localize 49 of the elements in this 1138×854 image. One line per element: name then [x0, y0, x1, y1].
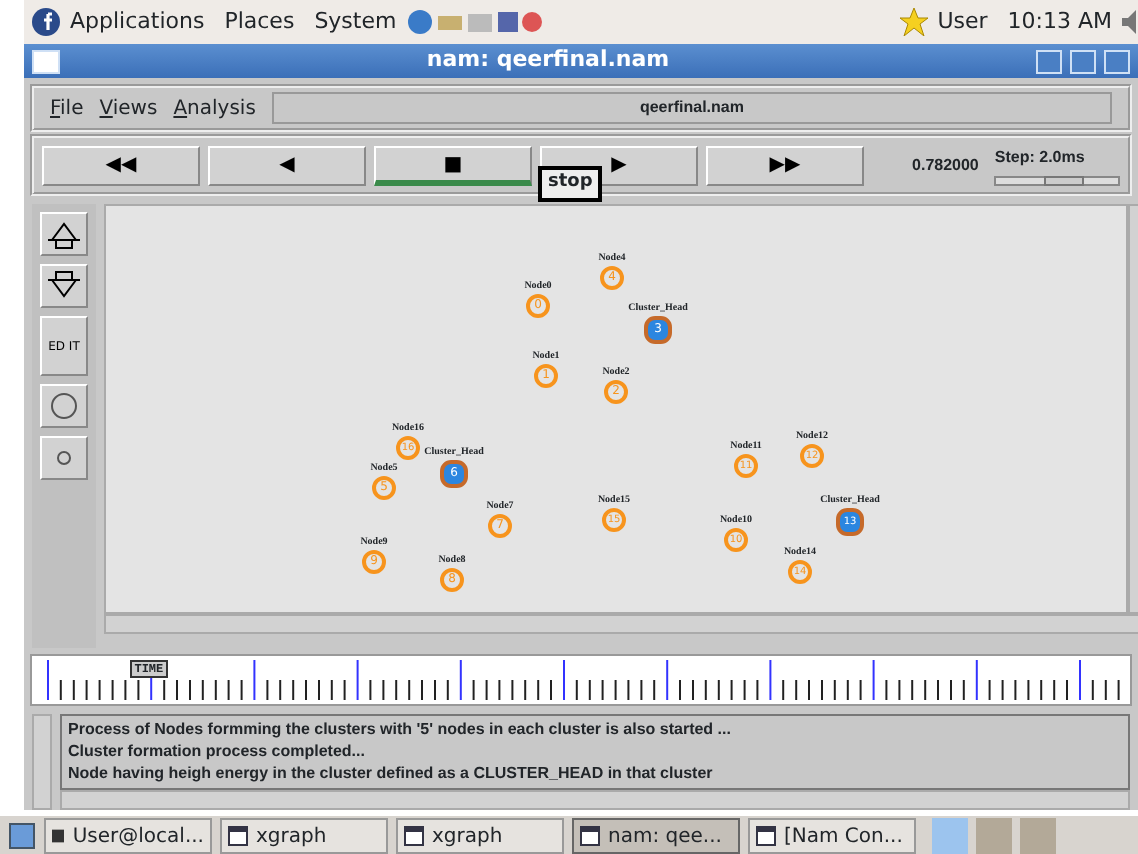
- log-line: Process of Nodes formming the clusters with '5' nodes in each cluster is also started ...: [68, 718, 733, 740]
- menu-item[interactable]: File: [50, 93, 84, 123]
- step-slider[interactable]: [994, 175, 1120, 185]
- star-icon[interactable]: [899, 8, 928, 36]
- minimize-icon[interactable]: [1036, 49, 1062, 73]
- taskbar-button[interactable]: nam: qee...: [572, 818, 740, 854]
- menu-item[interactable]: Views: [99, 93, 158, 123]
- window-icon: [404, 826, 424, 846]
- window-icon: [228, 826, 248, 846]
- file-name-field: qeerfinal.nam: [271, 92, 1112, 124]
- menu-item[interactable]: Analysis: [173, 93, 256, 123]
- playback-button[interactable]: ◀: [208, 145, 366, 185]
- workspace-switcher[interactable]: [976, 818, 1012, 854]
- log-line: Node having heigh energy in the cluster defined as a CLUSTER_HEAD in that cluster: [68, 762, 715, 784]
- log-line: Cluster formation process completed...: [68, 740, 367, 762]
- window-menu-icon[interactable]: [32, 49, 60, 73]
- clock[interactable]: 10:13 AM: [997, 5, 1122, 39]
- zoom-in-button[interactable]: [40, 212, 88, 256]
- window-icon: [756, 826, 776, 846]
- large-circle-button[interactable]: [40, 384, 88, 428]
- taskbar-button[interactable]: xgraph: [220, 818, 388, 854]
- taskbar-button[interactable]: [Nam Con...: [748, 818, 916, 854]
- maximize-icon[interactable]: [1070, 49, 1096, 73]
- taskbar-button[interactable]: xgraph: [396, 818, 564, 854]
- step-label: Step: 2.0ms: [994, 145, 1087, 169]
- terminal-icon: [52, 826, 65, 846]
- playback-button[interactable]: ■: [374, 145, 532, 185]
- close-icon[interactable]: [1104, 49, 1130, 73]
- workspace-switcher[interactable]: [1020, 818, 1056, 854]
- playback-button[interactable]: ◀◀: [42, 145, 200, 185]
- user-name[interactable]: User: [927, 5, 998, 39]
- zoom-out-button[interactable]: [40, 264, 88, 308]
- app-launcher-icons[interactable]: [406, 8, 547, 36]
- log-scrollbar[interactable]: [32, 714, 52, 810]
- workspace-switcher[interactable]: [932, 818, 968, 854]
- taskbar-button[interactable]: User@local...: [44, 818, 212, 854]
- window-icon: [580, 826, 600, 846]
- tooltip: stop: [538, 166, 603, 201]
- slider-thumb[interactable]: [1043, 175, 1084, 185]
- volume-icon[interactable]: [1122, 10, 1138, 34]
- panel-menu[interactable]: Applications: [60, 5, 215, 39]
- panel-menu[interactable]: Places: [214, 5, 305, 39]
- show-desktop-icon[interactable]: [8, 822, 36, 850]
- time-readout: 0.782000: [910, 153, 979, 177]
- small-circle-button[interactable]: [40, 436, 88, 480]
- playback-button[interactable]: ▶▶: [706, 145, 864, 185]
- window-title: nam: qeerfinal.nam: [424, 44, 672, 77]
- fedora-logo-icon[interactable]: [32, 8, 60, 36]
- panel-menu[interactable]: System: [304, 5, 407, 39]
